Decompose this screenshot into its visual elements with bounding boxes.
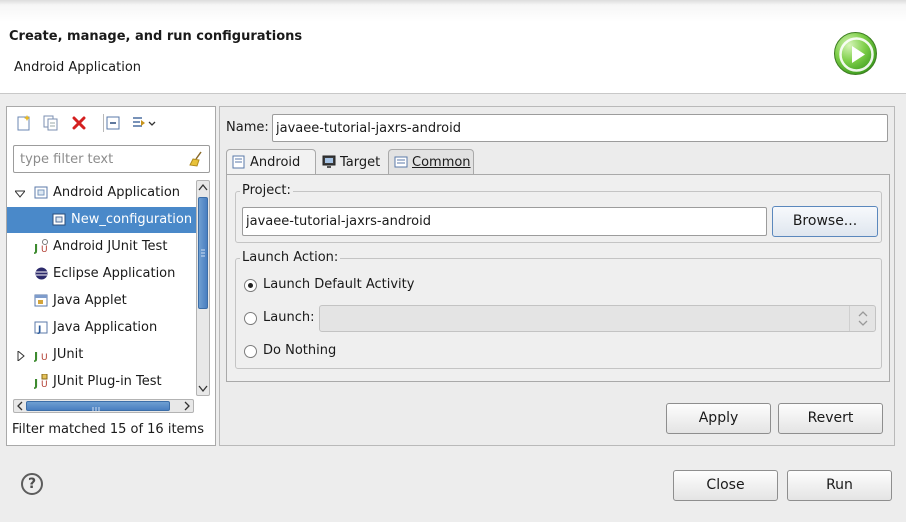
target-tab-icon [322,155,336,169]
project-input[interactable] [242,207,767,236]
eclipse-icon [34,266,49,281]
tree-item-java-applet[interactable]: Java Applet [7,288,197,314]
tab-label: Android [250,155,301,170]
name-label: Name: [226,120,269,135]
junit-test-icon: JU [33,239,49,255]
vertical-scroll-thumb[interactable] [198,197,208,309]
svg-text:J: J [37,325,41,335]
tree-horizontal-scrollbar[interactable] [13,399,194,413]
launch-activity-combo [319,305,876,332]
svg-text:J: J [34,242,38,254]
delete-icon[interactable] [70,114,88,132]
radio-label: Launch Default Activity [263,277,415,292]
close-button[interactable]: Close [673,470,778,501]
tree-item-label: Java Application [53,320,158,335]
configuration-tree: Android Application New_configuration JU… [7,180,197,396]
clear-filter-icon[interactable] [188,151,204,167]
tree-item-label: JUnit Plug-in Test [53,374,162,389]
radio-label: Launch: [263,310,315,325]
filter-status-text: Filter matched 15 of 16 items [12,422,204,437]
android-config-icon [52,212,67,227]
configuration-list-panel: Android Application New_configuration JU… [6,106,216,446]
tab-common[interactable]: Common [388,149,474,175]
scroll-left-icon[interactable] [15,401,25,411]
tree-item-label: Android JUnit Test [53,239,168,254]
java-applet-icon [34,293,49,308]
tree-item-android-junit-test[interactable]: JU Android JUnit Test [7,234,197,260]
radio-label: Do Nothing [263,343,337,358]
name-input[interactable] [272,114,888,142]
junit-icon: JU [33,347,49,363]
android-app-icon [34,185,49,200]
svg-text:J: J [34,377,38,389]
android-tab-icon [232,155,246,169]
revert-button[interactable]: Revert [778,403,883,434]
do-nothing-radio[interactable] [244,345,257,358]
tab-android[interactable]: Android [226,149,316,176]
tree-item-label: JUnit [53,347,84,362]
svg-text:U: U [41,380,48,389]
dialog-header: Create, manage, and run configurations A… [0,0,906,94]
dialog-title: Create, manage, and run configurations [9,29,303,44]
tree-item-java-application[interactable]: J Java Application [7,315,197,341]
tab-target[interactable]: Target [316,149,388,175]
scroll-up-icon[interactable] [198,182,208,194]
filter-field[interactable] [13,145,210,173]
help-icon[interactable]: ? [21,473,43,495]
dialog-subtitle: Android Application [14,60,142,75]
run-banner-icon [834,32,877,75]
horizontal-scroll-thumb[interactable] [26,401,170,411]
tab-label: Common [412,155,471,170]
launch-action-group: Launch Action: Launch Default Activity L… [235,250,882,369]
collapsed-arrow-icon[interactable] [16,349,26,363]
project-group-title: Project: [240,183,293,198]
configuration-toolbar [7,107,215,139]
project-group: Project: Browse... [235,183,882,243]
tree-item-junit-plugin-test[interactable]: JU JUnit Plug-in Test [7,369,197,395]
filter-menu-icon[interactable] [131,114,157,132]
tree-item-eclipse-application[interactable]: Eclipse Application [7,261,197,287]
scroll-down-icon[interactable] [198,382,208,394]
android-tab-content: Project: Browse... Launch Action: Launch… [226,174,890,382]
configuration-editor-panel: Name: Android Target Common Project: Bro… [219,106,895,446]
scroll-right-icon[interactable] [182,401,192,411]
java-app-icon: J [34,320,49,335]
svg-text:U: U [41,353,48,362]
tab-label: Target [340,155,381,170]
svg-text:J: J [34,350,38,362]
tree-item-new-configuration[interactable]: New_configuration [7,207,197,233]
svg-text:U: U [41,245,48,254]
common-tab-icon [394,155,408,169]
tree-vertical-scrollbar[interactable] [196,180,210,396]
junit-plugin-icon: JU [33,373,49,390]
run-button[interactable]: Run [787,470,892,501]
tree-item-label: Eclipse Application [53,266,176,281]
filter-input[interactable] [18,151,183,168]
launch-action-title: Launch Action: [240,250,341,265]
duplicate-icon[interactable] [42,114,60,132]
combo-spinner-icon [849,306,875,331]
launch-default-radio[interactable] [244,279,257,292]
tree-item-android-application[interactable]: Android Application [7,180,197,206]
tree-item-junit[interactable]: JU JUnit [7,342,197,368]
tree-item-label: New_configuration [71,212,193,227]
tree-item-label: Java Applet [53,293,127,308]
launch-activity-radio[interactable] [244,312,257,325]
expanded-arrow-icon[interactable] [13,188,27,198]
new-configuration-icon[interactable] [15,114,33,132]
browse-button[interactable]: Browse... [772,206,878,237]
tree-item-label: Android Application [53,185,181,200]
collapse-all-icon[interactable] [104,114,122,132]
apply-button[interactable]: Apply [666,403,771,434]
